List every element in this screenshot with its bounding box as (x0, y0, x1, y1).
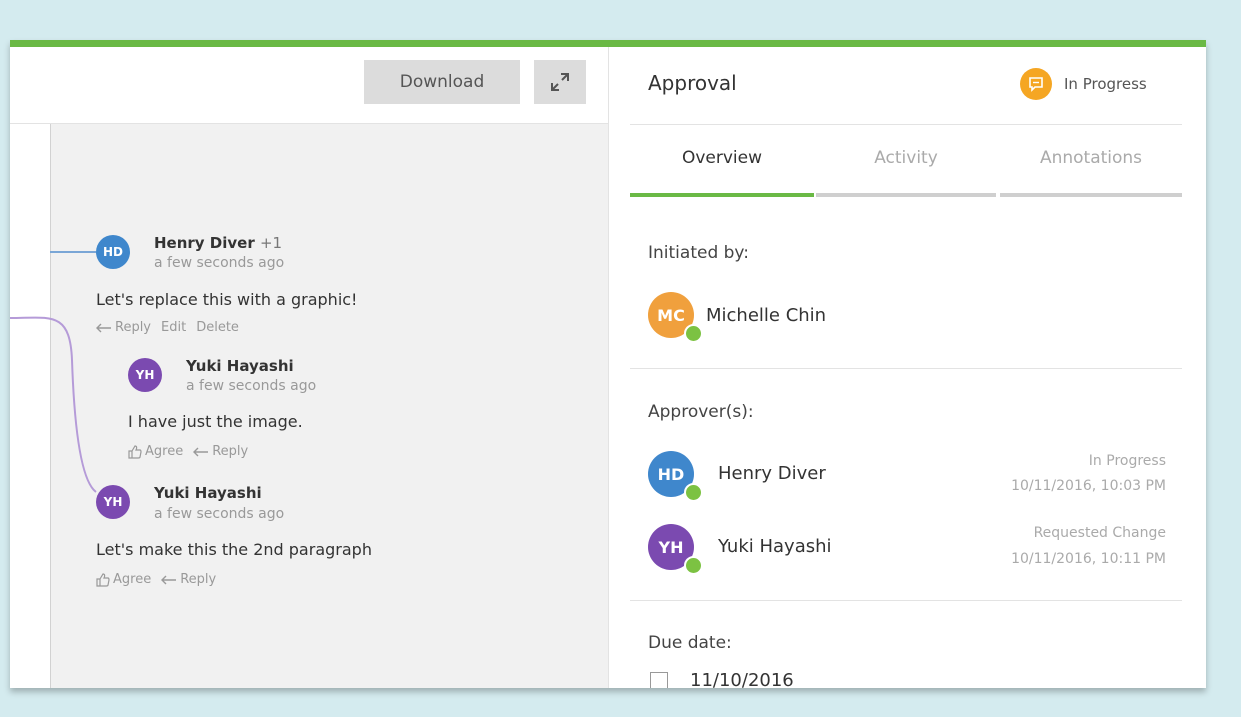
comment-text: I have just the image. (128, 412, 303, 431)
tab-annotations[interactable]: Annotations (1000, 148, 1182, 168)
edit-link[interactable]: Edit (161, 320, 186, 335)
due-date-value[interactable]: 11/10/2016 (690, 670, 794, 688)
tab-activity[interactable]: Activity (816, 148, 996, 168)
delete-link[interactable]: Delete (196, 320, 239, 335)
approver-name[interactable]: Yuki Hayashi (718, 536, 832, 557)
expand-button[interactable] (534, 60, 586, 104)
avatar[interactable]: YH (128, 358, 162, 392)
comment-author[interactable]: Yuki Hayashi (154, 484, 262, 502)
approval-status: In Progress (1020, 68, 1147, 100)
initiated-by-label: Initiated by: (648, 243, 749, 263)
reply-link[interactable]: Reply (96, 320, 151, 335)
download-button[interactable]: Download (364, 60, 520, 104)
reply-link[interactable]: Reply (193, 444, 248, 459)
approval-title: Approval (648, 71, 737, 95)
thumbs-up-icon (128, 444, 142, 459)
expand-icon (551, 73, 569, 91)
panel-divider (608, 47, 609, 688)
thumbs-up-icon (96, 572, 110, 587)
comment-text: Let's make this the 2nd paragraph (96, 540, 372, 559)
reply-label: Reply (115, 320, 152, 335)
approver-status: In Progress (1088, 453, 1166, 469)
document-page-edge (10, 124, 51, 688)
divider (630, 124, 1182, 125)
initiator-name[interactable]: Michelle Chin (706, 305, 826, 326)
reply-label: Reply (180, 572, 217, 587)
comment-author[interactable]: Yuki Hayashi (186, 357, 294, 375)
comment-time: a few seconds ago (154, 255, 285, 271)
tab-indicator (1000, 193, 1182, 197)
comments-area (51, 124, 608, 688)
approver-name[interactable]: Henry Diver (718, 463, 826, 484)
agree-label: Agree (145, 444, 184, 459)
reply-link[interactable]: Reply (161, 572, 216, 587)
tab-indicator (816, 193, 996, 197)
presence-indicator (684, 556, 703, 575)
review-panel: Download HD Henry Diver +1 a few seconds… (10, 40, 1206, 688)
approver-date: 10/11/2016, 10:03 PM (1011, 478, 1166, 494)
comment-extra-count: +1 (259, 234, 283, 252)
reply-icon (96, 323, 111, 332)
agree-link[interactable]: Agree (96, 572, 151, 587)
document-toolbar: Download (10, 47, 608, 124)
approver-status: Requested Change (1033, 525, 1166, 541)
comment-actions: Agree Reply (96, 572, 216, 587)
presence-indicator (684, 324, 703, 343)
presence-indicator (684, 483, 703, 502)
comment-time: a few seconds ago (154, 506, 285, 522)
agree-label: Agree (113, 572, 152, 587)
comment-bubble-icon (1029, 77, 1043, 92)
avatar[interactable]: YH (96, 485, 130, 519)
avatar[interactable]: HD (96, 235, 130, 269)
accent-bar (10, 40, 1206, 47)
comment-text: Let's replace this with a graphic! (96, 290, 358, 309)
comment-actions: Reply Edit Delete (96, 320, 239, 335)
reply-icon (161, 575, 177, 584)
calendar-icon (650, 672, 668, 688)
divider (630, 368, 1182, 369)
reply-label: Reply (212, 444, 249, 459)
divider (630, 600, 1182, 601)
tab-indicator-active (630, 193, 814, 197)
reply-icon (193, 447, 209, 456)
status-icon (1020, 68, 1052, 100)
due-date-label: Due date: (648, 633, 732, 653)
approvers-label: Approver(s): (648, 402, 754, 422)
approver-date: 10/11/2016, 10:11 PM (1011, 551, 1166, 567)
comment-time: a few seconds ago (186, 378, 317, 394)
status-text: In Progress (1064, 75, 1147, 93)
tab-overview[interactable]: Overview (630, 148, 814, 168)
comment-actions: Agree Reply (128, 444, 248, 459)
agree-link[interactable]: Agree (128, 444, 183, 459)
comment-author[interactable]: Henry Diver +1 (154, 234, 282, 252)
